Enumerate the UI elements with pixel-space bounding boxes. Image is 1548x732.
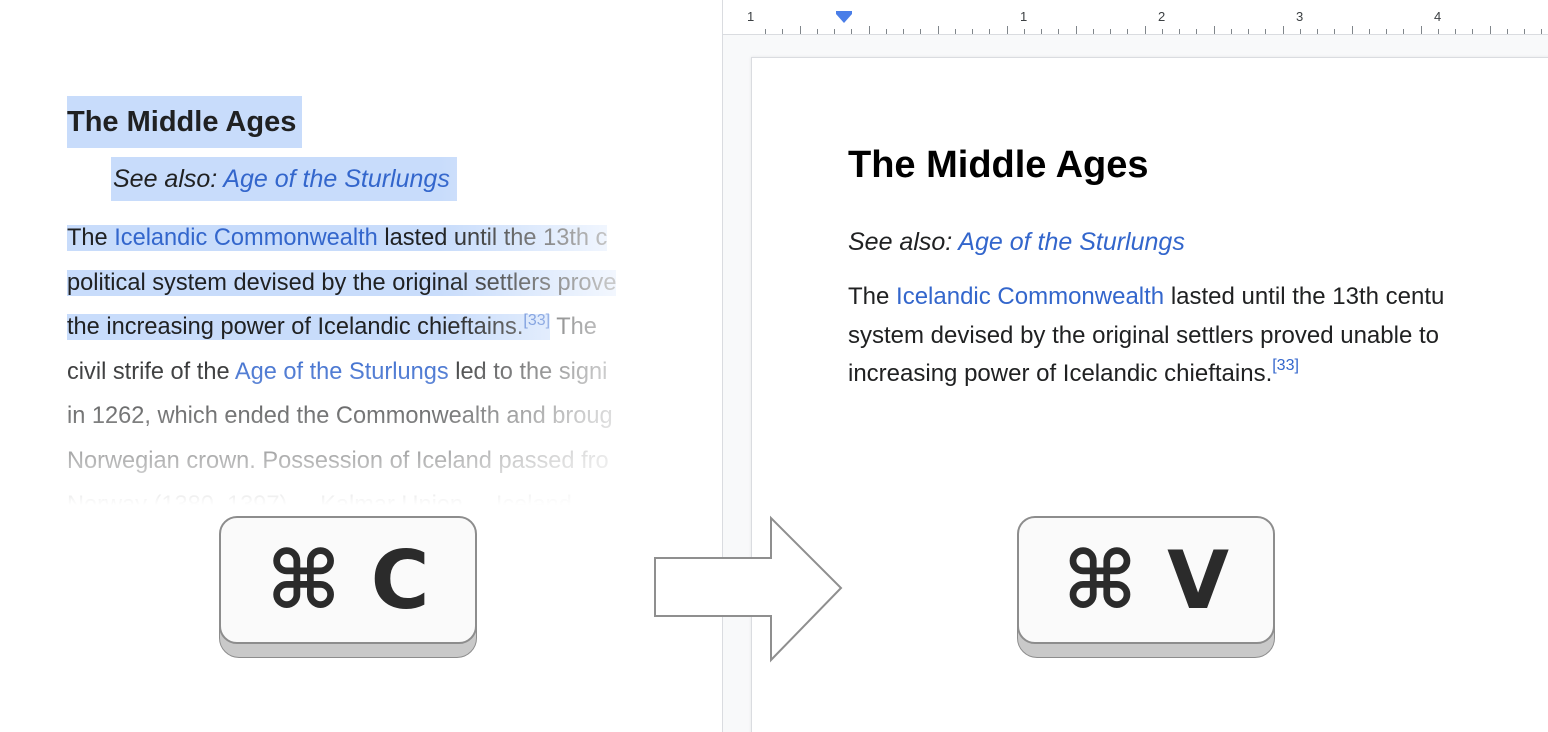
key-letter: C xyxy=(370,533,430,627)
ruler-tick xyxy=(1524,29,1525,34)
ruler-tick xyxy=(1490,26,1491,34)
text-run: The xyxy=(550,314,597,340)
ruler-tick xyxy=(1214,26,1215,34)
ruler-mark-1: 1 xyxy=(1020,9,1028,24)
ruler-tick xyxy=(1300,29,1301,34)
source-heading: The Middle Ages xyxy=(67,96,303,148)
ruler-tick xyxy=(1024,29,1025,34)
source-line: Norwegian crown. Possession of Iceland p… xyxy=(67,447,609,474)
ruler-tick xyxy=(1231,29,1232,34)
ruler-tick xyxy=(955,29,956,34)
ruler-tick xyxy=(1093,29,1094,34)
ruler-tick xyxy=(1369,29,1370,34)
ruler-tick xyxy=(1265,29,1266,34)
ruler-tick xyxy=(765,29,766,34)
ruler-tick xyxy=(869,26,870,34)
ruler-tick xyxy=(1145,26,1146,34)
text-run: political system devised by the original… xyxy=(67,269,617,296)
ruler-tick xyxy=(1334,29,1335,34)
copy-shortcut-keycap: ⌘ C xyxy=(219,516,477,658)
ruler-tick xyxy=(1076,26,1077,34)
ruler-tick xyxy=(1179,29,1180,34)
doc-line: system devised by the original settlers … xyxy=(848,321,1439,349)
text-run: increasing power of Icelandic chieftains… xyxy=(848,360,1273,387)
ruler-tick xyxy=(1352,26,1353,34)
doc-heading: The Middle Ages xyxy=(848,144,1149,186)
ruler-tick xyxy=(972,29,973,34)
keycap-face: ⌘ C xyxy=(219,516,477,644)
ruler-tick xyxy=(920,29,921,34)
ruler-tick xyxy=(1386,29,1387,34)
ruler-tick xyxy=(1007,26,1008,34)
ruler-tick xyxy=(834,29,835,34)
ruler-tick xyxy=(886,29,887,34)
ruler-tick xyxy=(1541,29,1542,34)
doc-paragraph: The Icelandic Commonwealth lasted until … xyxy=(848,278,1444,394)
text-run: lasted until the 13th c xyxy=(377,225,608,251)
sturlungs-link[interactable]: Age of the Sturlungs xyxy=(235,359,449,385)
source-line: the increasing power of Icelandic chieft… xyxy=(67,305,722,350)
ruler-tick xyxy=(1421,26,1422,34)
ruler-tick xyxy=(1248,29,1249,34)
doc-line: increasing power of Icelandic chieftains… xyxy=(848,355,1444,394)
ruler-tick xyxy=(851,29,852,34)
text-run: the increasing power of Icelandic chieft… xyxy=(67,314,524,340)
text-run: led to the signi xyxy=(448,358,608,385)
ruler-tick xyxy=(782,29,783,34)
ruler-tick xyxy=(1472,29,1473,34)
paste-shortcut-keycap: ⌘ V xyxy=(1017,516,1275,658)
ruler-tick xyxy=(1455,29,1456,34)
source-line: political system devised by the original… xyxy=(67,261,722,306)
source-line: The Icelandic Commonwealth lasted until … xyxy=(67,216,722,261)
ruler-tick xyxy=(1283,26,1284,34)
ruler-tick xyxy=(1507,29,1508,34)
see-also-link[interactable]: Age of the Sturlungs xyxy=(223,165,450,193)
ruler-mark-2: 2 xyxy=(1158,9,1166,24)
ruler-tick xyxy=(1317,29,1318,34)
ruler-mark-3: 3 xyxy=(1296,9,1304,24)
ruler-tick xyxy=(1058,29,1059,34)
key-letter: V xyxy=(1167,533,1230,627)
citation-link[interactable]: [33] xyxy=(523,312,550,329)
citation-link[interactable]: [33] xyxy=(1272,357,1299,374)
ruler-tick xyxy=(1403,29,1404,34)
command-icon: ⌘ xyxy=(266,533,341,627)
source-line: in 1262, which ended the Commonwealth an… xyxy=(67,403,613,429)
ruler-tick xyxy=(1127,29,1128,34)
ruler-label: 1 xyxy=(747,9,755,24)
doc-see-also: See also: Age of the Sturlungs xyxy=(848,228,1185,257)
text-run: civil strife of the xyxy=(67,358,235,385)
text-run: The xyxy=(67,225,115,251)
text-run: The xyxy=(848,283,897,310)
source-see-also: See also: Age of the Sturlungs xyxy=(111,157,457,201)
ruler-tick xyxy=(1110,29,1111,34)
command-icon: ⌘ xyxy=(1062,533,1138,627)
ruler-mark-4: 4 xyxy=(1434,9,1442,24)
ruler-tick xyxy=(989,29,990,34)
see-also-link[interactable]: Age of the Sturlungs xyxy=(958,228,1185,256)
keycap-face: ⌘ V xyxy=(1017,516,1275,644)
icelandic-commonwealth-link[interactable]: Icelandic Commonwealth xyxy=(896,283,1164,310)
ruler[interactable]: 1 1 2 3 4 xyxy=(723,0,1548,35)
text-run: lasted until the 13th centu xyxy=(1164,283,1445,310)
see-also-prefix: See also: xyxy=(113,165,218,193)
icelandic-commonwealth-link[interactable]: Icelandic Commonwealth xyxy=(114,225,378,251)
right-arrow-icon xyxy=(654,515,843,663)
left-indent-marker[interactable] xyxy=(836,14,852,23)
source-line: civil strife of the Age of the Sturlungs… xyxy=(67,350,722,395)
ruler-tick xyxy=(903,29,904,34)
ruler-tick xyxy=(1196,29,1197,34)
ruler-tick xyxy=(938,26,939,34)
ruler-tick xyxy=(800,26,801,34)
see-also-prefix: See also: xyxy=(848,228,953,256)
ruler-tick xyxy=(1162,29,1163,34)
ruler-tick xyxy=(817,29,818,34)
source-paragraph: The Icelandic Commonwealth lasted until … xyxy=(67,216,722,528)
ruler-tick xyxy=(1438,29,1439,34)
ruler-tick xyxy=(1041,29,1042,34)
doc-line: The Icelandic Commonwealth lasted until … xyxy=(848,278,1444,317)
